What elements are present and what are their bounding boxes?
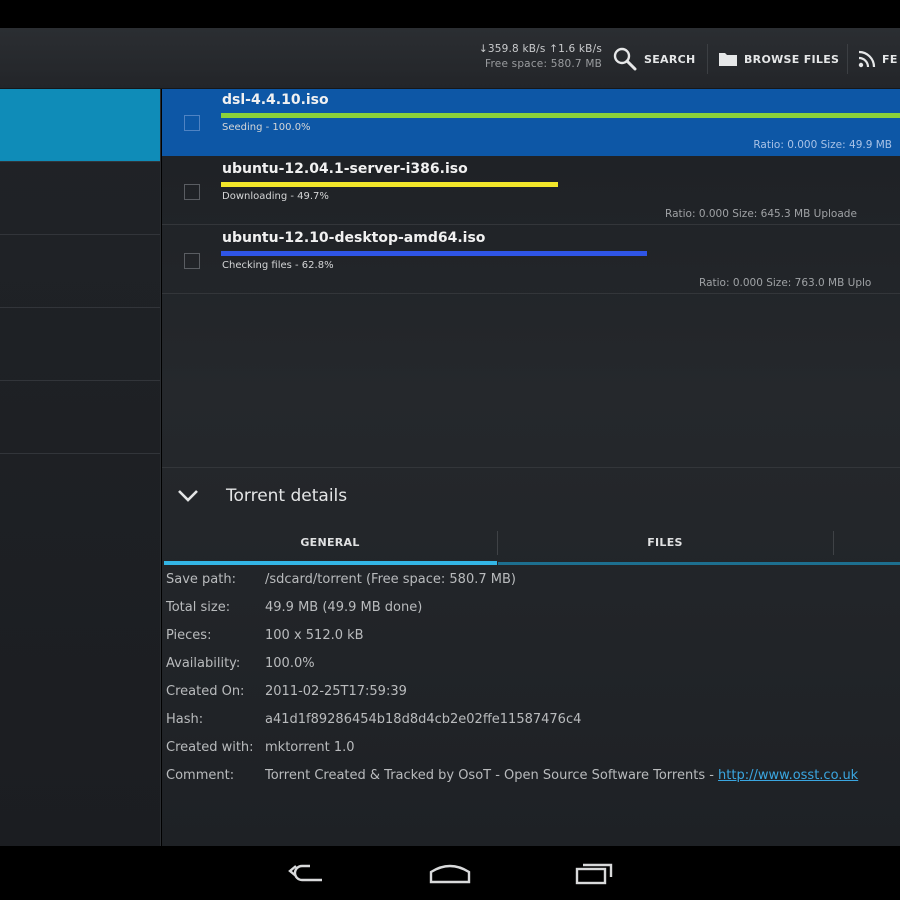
- torrent-row-ubuntu-server[interactable]: ubuntu-12.04.1-server-i386.iso Downloadi…: [162, 158, 900, 225]
- recent-apps-icon[interactable]: [573, 860, 617, 886]
- comment-text: Torrent Created & Tracked by OsoT - Open…: [265, 768, 719, 783]
- availability-value: 100.0%: [265, 656, 315, 671]
- search-button[interactable]: SEARCH: [612, 42, 696, 76]
- total-size-label: Total size:: [166, 600, 231, 615]
- action-bar-divider: [707, 44, 708, 74]
- created-with-value: mktorrent 1.0: [265, 740, 355, 755]
- sidebar-item[interactable]: [0, 235, 160, 308]
- torrent-checkbox[interactable]: [184, 253, 200, 269]
- created-on-value: 2011-02-25T17:59:39: [265, 684, 407, 699]
- feeds-button[interactable]: FE: [858, 42, 898, 76]
- folder-icon: [719, 53, 737, 66]
- comment-value: Torrent Created & Tracked by OsoT - Open…: [265, 768, 858, 783]
- torrent-meta: Ratio: 0.000 Size: 49.9 MB: [753, 139, 892, 151]
- free-space-text: Free space: 580.7 MB: [485, 58, 602, 70]
- torrent-status: Downloading - 49.7%: [222, 191, 329, 202]
- torrent-meta: Ratio: 0.000 Size: 645.3 MB Uploade: [665, 208, 857, 220]
- torrent-checkbox[interactable]: [184, 115, 200, 131]
- system-navigation-bar: [0, 846, 900, 900]
- torrent-row-dsl[interactable]: dsl-4.4.10.iso Seeding - 100.0% Ratio: 0…: [162, 89, 900, 156]
- total-size-value: 49.9 MB (49.9 MB done): [265, 600, 423, 615]
- hash-label: Hash:: [166, 712, 204, 727]
- save-path-value: /sdcard/torrent (Free space: 580.7 MB): [265, 572, 516, 587]
- comment-link[interactable]: http://www.osst.co.uk: [718, 768, 858, 783]
- browse-files-button-label: BROWSE FILES: [744, 52, 840, 66]
- torrent-main-panel: dsl-4.4.10.iso Seeding - 100.0% Ratio: 0…: [162, 89, 900, 846]
- torrent-progress-bar: [221, 113, 900, 118]
- tab-general-indicator: [164, 561, 497, 565]
- search-button-label: SEARCH: [644, 52, 696, 66]
- chevron-down-icon: [178, 490, 198, 502]
- availability-label: Availability:: [166, 656, 241, 671]
- pieces-value: 100 x 512.0 kB: [265, 628, 364, 643]
- comment-label: Comment:: [166, 768, 235, 783]
- torrent-row-ubuntu-desktop[interactable]: ubuntu-12.10-desktop-amd64.iso Checking …: [162, 227, 900, 294]
- torrent-meta: Ratio: 0.000 Size: 763.0 MB Uplo: [699, 277, 872, 289]
- navigation-sidebar: [0, 89, 161, 846]
- tab-underline: [498, 562, 900, 565]
- action-bar: ↓359.8 kB/s ↑1.6 kB/s Free space: 580.7 …: [0, 28, 900, 89]
- pieces-label: Pieces:: [166, 628, 212, 643]
- sidebar-item[interactable]: [0, 308, 160, 381]
- back-icon[interactable]: [284, 860, 328, 886]
- action-bar-divider: [847, 44, 848, 74]
- torrent-status: Checking files - 62.8%: [222, 260, 334, 271]
- torrent-progress-bar: [221, 251, 647, 256]
- created-with-label: Created with:: [166, 740, 254, 755]
- transfer-speed-indicator: ↓359.8 kB/s ↑1.6 kB/s Free space: 580.7 …: [479, 42, 602, 72]
- browse-files-button[interactable]: BROWSE FILES: [718, 42, 839, 76]
- system-status-bar: [0, 0, 900, 28]
- torrent-details-title: Torrent details: [226, 486, 348, 506]
- created-on-label: Created On:: [166, 684, 245, 699]
- torrent-name: dsl-4.4.10.iso: [222, 92, 329, 108]
- home-icon[interactable]: [427, 860, 473, 886]
- sidebar-item-selected[interactable]: [0, 89, 160, 162]
- tab-more[interactable]: [834, 526, 900, 564]
- torrent-status: Seeding - 100.0%: [222, 122, 311, 133]
- speed-text: ↓359.8 kB/s ↑1.6 kB/s: [478, 43, 602, 55]
- tab-files[interactable]: FILES: [498, 526, 832, 564]
- hash-value: a41d1f89286454b18d8d4cb2e02ffe11587476c4: [265, 712, 582, 727]
- sidebar-item[interactable]: [0, 162, 160, 235]
- torrent-progress-bar: [221, 182, 558, 187]
- search-icon: [613, 47, 637, 71]
- torrent-name: ubuntu-12.04.1-server-i386.iso: [222, 161, 468, 177]
- sidebar-item[interactable]: [0, 381, 160, 454]
- torrent-checkbox[interactable]: [184, 184, 200, 200]
- tab-general[interactable]: GENERAL: [164, 526, 496, 564]
- torrent-name: ubuntu-12.10-desktop-amd64.iso: [222, 230, 486, 246]
- save-path-label: Save path:: [166, 572, 236, 587]
- torrent-details-header[interactable]: Torrent details: [162, 467, 900, 525]
- feeds-button-label: FE: [882, 52, 898, 66]
- rss-feed-icon: [858, 50, 876, 68]
